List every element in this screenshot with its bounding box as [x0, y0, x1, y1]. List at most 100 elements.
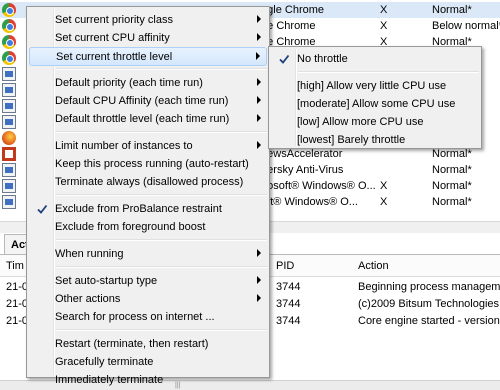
process-name: ...ft® Windows® O... [258, 196, 358, 208]
log-pid: 3744 [276, 281, 301, 293]
process-flag: X [380, 20, 388, 32]
submenu-arrow-icon [257, 249, 261, 257]
menu-item-label: Default throttle level (each time run) [55, 113, 230, 125]
log-action: Core engine started - version: 3.8 [358, 315, 500, 327]
process-flag: X [380, 4, 388, 16]
column-action[interactable]: Action [358, 260, 389, 272]
chrome-icon [2, 35, 16, 49]
menu-item-label: Exclude from foreground boost [55, 221, 206, 233]
window-icon [2, 83, 16, 97]
submenu-arrow-icon [257, 294, 261, 302]
column-time[interactable]: Tim [6, 260, 24, 272]
submenu-arrow-icon [257, 276, 261, 284]
menu-separator [56, 194, 267, 196]
menu-separator [56, 266, 267, 268]
throttle-submenu: No throttle [high] Allow very little CPU … [268, 46, 482, 149]
log-time: 21-0 [6, 281, 29, 293]
menu-item-no-throttle[interactable]: No throttle [271, 50, 479, 69]
menu-item-high-allow-very-little-cpu-use[interactable]: [high] Allow very little CPU use [271, 77, 479, 96]
menu-separator [298, 71, 479, 73]
menu-item-label: Terminate always (disallowed process) [55, 176, 244, 188]
process-priority: Normal* [432, 196, 472, 208]
menu-item-label: Default priority (each time run) [55, 77, 203, 89]
window-icon [2, 99, 16, 113]
menu-item-default-priority-each-time-run[interactable]: Default priority (each time run) [29, 74, 267, 93]
menu-item-set-auto-startup-type[interactable]: Set auto-startup type [29, 272, 267, 291]
menu-item-search-for-process-on-internet[interactable]: Search for process on internet ... [29, 308, 267, 327]
menu-item-low-allow-more-cpu-use[interactable]: [low] Allow more CPU use [271, 113, 479, 132]
menu-item-gracefully-terminate[interactable]: Gracefully terminate [29, 353, 267, 372]
log-pid: 3744 [276, 298, 301, 310]
submenu-arrow-icon [257, 114, 261, 122]
menu-item-moderate-allow-some-cpu-use[interactable]: [moderate] Allow some CPU use [271, 95, 479, 114]
firefox-icon [2, 131, 16, 145]
menu-item-label: [high] Allow very little CPU use [297, 80, 447, 92]
menu-item-label: Set current priority class [55, 14, 173, 26]
menu-item-label: Keep this process running (auto-restart) [55, 158, 249, 170]
menu-item-default-cpu-affinity-each-time-run[interactable]: Default CPU Affinity (each time run) [29, 92, 267, 111]
window-icon [2, 163, 16, 177]
log-time: 21-0 [6, 298, 29, 310]
menu-item-label: Set current throttle level [56, 51, 173, 63]
menu-item-label: Other actions [55, 293, 121, 305]
submenu-arrow-icon [257, 33, 261, 41]
menu-item-keep-this-process-running-auto-restart[interactable]: Keep this process running (auto-restart) [29, 155, 267, 174]
menu-item-label: [low] Allow more CPU use [297, 116, 424, 128]
menu-item-set-current-throttle-level[interactable]: Set current throttle level [29, 47, 267, 66]
log-action: Beginning process management [358, 281, 500, 293]
menu-item-label: Limit number of instances to [55, 140, 193, 152]
menu-item-label: Immediately terminate [55, 374, 164, 386]
menu-item-limit-number-of-instances-to[interactable]: Limit number of instances to [29, 137, 267, 156]
log-action: (c)2009 Bitsum Technologies [358, 298, 500, 310]
submenu-arrow-icon [257, 78, 261, 86]
menu-item-exclude-from-probalance-restraint[interactable]: Exclude from ProBalance restraint [29, 200, 267, 219]
menu-separator [56, 68, 267, 70]
menu-item-label: [moderate] Allow some CPU use [297, 98, 456, 110]
menu-item-label: Set current CPU affinity [55, 32, 170, 44]
submenu-arrow-icon [257, 96, 261, 104]
menu-item-label: Set auto-startup type [55, 275, 158, 287]
window-icon [2, 67, 16, 81]
context-menu: Set current priority class Set current CP… [26, 6, 270, 386]
menu-item-label: When running [55, 248, 124, 260]
log-time: 21-0 [6, 315, 29, 327]
chrome-icon [2, 3, 16, 17]
menu-separator [56, 239, 267, 241]
submenu-arrow-icon [257, 141, 261, 149]
menu-item-label: Restart (terminate, then restart) [55, 338, 209, 350]
process-flag: X [380, 180, 388, 192]
process-flag: X [380, 196, 388, 208]
menu-item-label: Exclude from ProBalance restraint [55, 203, 222, 215]
menu-item-set-current-priority-class[interactable]: Set current priority class [29, 11, 267, 30]
log-pid: 3744 [276, 315, 301, 327]
menu-item-terminate-always-disallowed-process[interactable]: Terminate always (disallowed process) [29, 173, 267, 192]
process-priority: Below normal* [432, 20, 500, 32]
menu-item-label: Search for process on internet ... [55, 311, 215, 323]
menu-item-immediately-terminate[interactable]: Immediately terminate [29, 371, 267, 390]
menu-item-restart-terminate-then-restart[interactable]: Restart (terminate, then restart) [29, 335, 267, 354]
news-icon [2, 147, 16, 161]
menu-item-label: No throttle [297, 53, 348, 65]
chrome-icon [2, 19, 16, 33]
process-name: ...ersky Anti-Virus [258, 164, 344, 176]
menu-item-exclude-from-foreground-boost[interactable]: Exclude from foreground boost [29, 218, 267, 237]
menu-item-other-actions[interactable]: Other actions [29, 290, 267, 309]
menu-item-when-running[interactable]: When running [29, 245, 267, 264]
submenu-arrow-icon [256, 52, 260, 60]
checkmark-icon [278, 53, 290, 65]
menu-separator [56, 131, 267, 133]
process-priority: Normal* [432, 164, 472, 176]
menu-item-label: Default CPU Affinity (each time run) [55, 95, 229, 107]
process-priority: Normal* [432, 4, 472, 16]
menu-item-default-throttle-level-each-time-run[interactable]: Default throttle level (each time run) [29, 110, 267, 129]
window-icon [2, 179, 16, 193]
menu-item-label: [lowest] Barely throttle [297, 134, 406, 146]
submenu-arrow-icon [257, 15, 261, 23]
menu-item-label: Gracefully terminate [55, 356, 154, 368]
process-priority: Normal* [432, 180, 472, 192]
column-pid[interactable]: PID [276, 260, 294, 272]
menu-item-lowest-barely-throttle[interactable]: [lowest] Barely throttle [271, 131, 479, 150]
window-icon [2, 195, 16, 209]
menu-item-set-current-cpu-affinity[interactable]: Set current CPU affinity [29, 29, 267, 48]
chrome-icon [2, 51, 16, 65]
